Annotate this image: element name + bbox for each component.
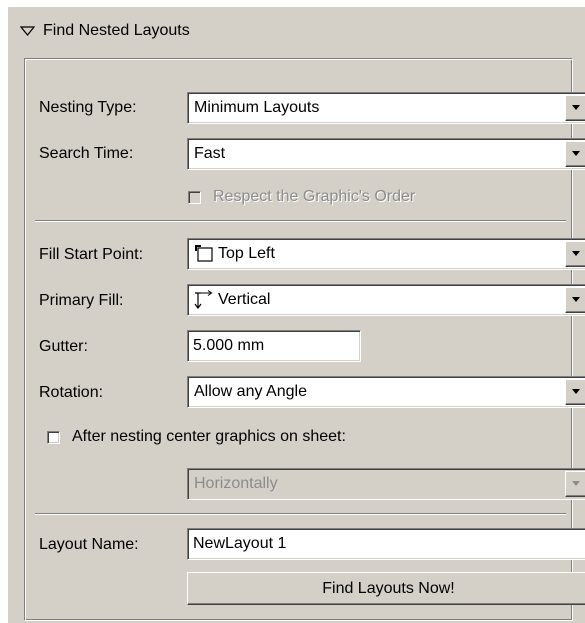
fill-start-point-value-wrap: Top Left: [194, 239, 275, 269]
primary-fill-value: Vertical: [218, 291, 271, 308]
center-direction-dropdown: Horizontally: [187, 468, 585, 500]
fill-start-point-label: Fill Start Point:: [39, 246, 144, 263]
respect-order-row: Respect the Graphic's Order: [188, 188, 415, 206]
rotation-label: Rotation:: [39, 384, 104, 401]
search-time-dropdown-button[interactable]: [565, 141, 585, 167]
top-left-corner-icon: [195, 245, 213, 262]
section-header[interactable]: Find Nested Layouts: [20, 17, 190, 45]
chevron-down-icon: [572, 251, 580, 256]
nesting-type-value: Minimum Layouts: [194, 99, 320, 116]
section-title: Find Nested Layouts: [43, 22, 190, 39]
fill-start-point-dropdown-button[interactable]: [565, 241, 585, 267]
fill-start-point-dropdown[interactable]: Top Left: [187, 238, 585, 270]
center-graphics-checkbox[interactable]: [47, 430, 60, 444]
chevron-down-icon: [572, 297, 580, 302]
chevron-down-icon: [572, 105, 580, 110]
find-nested-layouts-panel: Find Nested Layouts Nesting Type: Minimu…: [8, 7, 585, 623]
primary-fill-dropdown-button[interactable]: [565, 287, 585, 313]
search-time-label: Search Time:: [39, 145, 134, 162]
primary-fill-label: Primary Fill:: [39, 292, 124, 309]
gutter-input[interactable]: [187, 330, 361, 362]
center-direction-value: Horizontally: [194, 475, 278, 492]
separator-1: [35, 220, 566, 222]
center-graphics-label: After nesting center graphics on sheet:: [72, 428, 346, 445]
rotation-dropdown[interactable]: Allow any Angle: [187, 376, 585, 408]
rotation-value: Allow any Angle: [194, 383, 307, 400]
triangle-down-icon: [20, 26, 35, 36]
center-direction-dropdown-button: [565, 471, 585, 497]
nesting-type-dropdown-button[interactable]: [565, 95, 585, 121]
rotation-dropdown-button[interactable]: [565, 379, 585, 405]
vertical-fill-icon: [194, 290, 213, 309]
respect-order-label: Respect the Graphic's Order: [213, 188, 416, 205]
nesting-type-label: Nesting Type:: [39, 99, 137, 116]
layout-name-input[interactable]: [187, 528, 585, 560]
search-time-value: Fast: [194, 145, 226, 162]
find-layouts-button[interactable]: Find Layouts Now!: [187, 572, 585, 605]
primary-fill-dropdown[interactable]: Vertical: [187, 284, 585, 316]
chevron-down-icon: [572, 481, 580, 486]
chevron-down-icon: [572, 151, 580, 156]
search-time-dropdown[interactable]: Fast: [187, 138, 585, 170]
gutter-label: Gutter:: [39, 338, 88, 355]
options-group: Nesting Type: Minimum Layouts Search Tim…: [24, 58, 585, 621]
primary-fill-value-wrap: Vertical: [194, 285, 270, 315]
respect-order-checkbox: [188, 190, 201, 204]
fill-start-point-value: Top Left: [218, 245, 275, 262]
chevron-down-icon: [572, 389, 580, 394]
layout-name-label: Layout Name:: [39, 536, 139, 553]
separator-2: [35, 513, 566, 515]
nesting-type-dropdown[interactable]: Minimum Layouts: [187, 92, 585, 124]
center-graphics-row[interactable]: After nesting center graphics on sheet:: [47, 428, 346, 446]
